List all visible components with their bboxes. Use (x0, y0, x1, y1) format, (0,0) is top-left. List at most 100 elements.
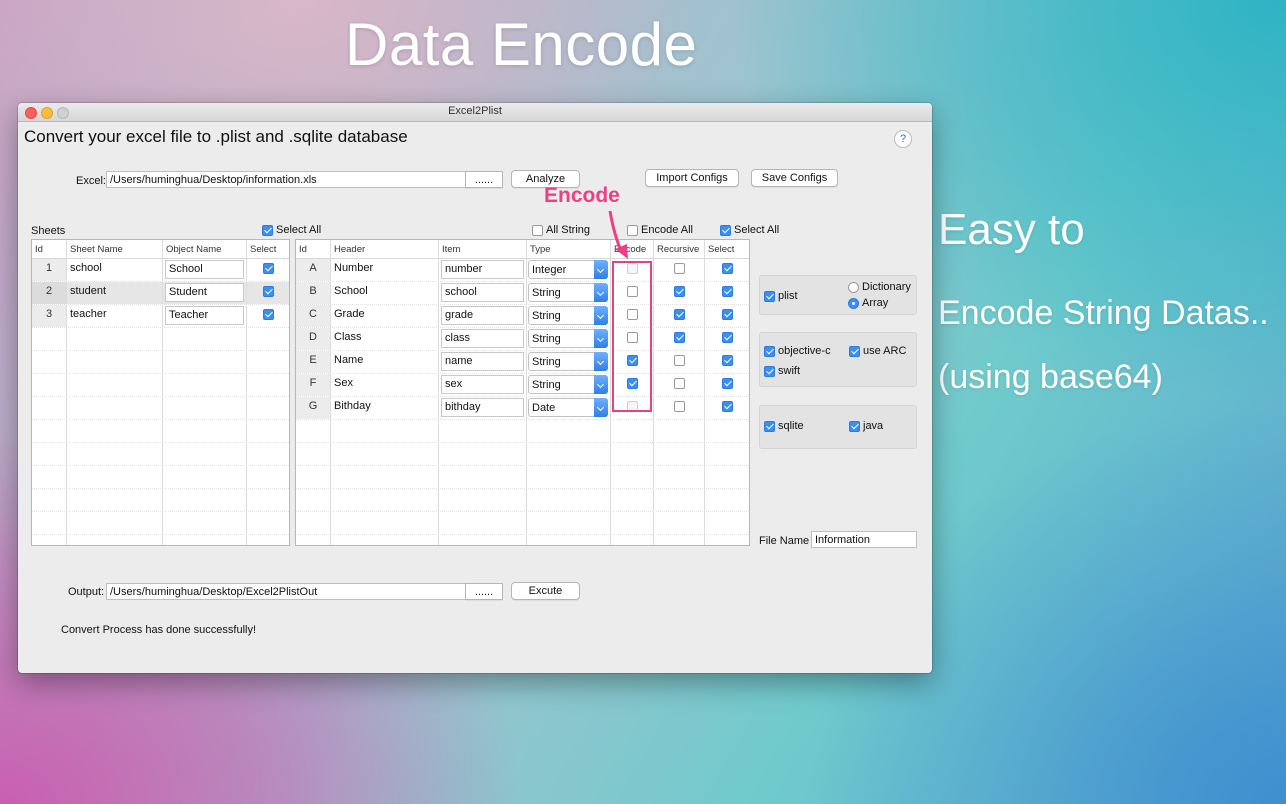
chevron-down-icon[interactable] (594, 352, 608, 371)
field-recursive-checkbox[interactable] (673, 331, 685, 343)
field-item-field[interactable]: school (441, 283, 524, 302)
use-arc-checkbox[interactable] (849, 345, 860, 357)
excel-browse-button[interactable]: ...... (465, 171, 503, 188)
field-type-select[interactable]: Integer (528, 260, 608, 279)
field-recursive-checkbox[interactable] (673, 262, 685, 274)
field-row[interactable]: D Class class String (296, 328, 749, 351)
sheet-row[interactable]: 2 student Student (32, 282, 289, 305)
objc-checkbox[interactable] (764, 345, 775, 357)
field-row[interactable]: C Grade grade String (296, 305, 749, 328)
sheets-col-object[interactable]: Object Name (163, 240, 247, 258)
dictionary-option[interactable]: Dictionary (848, 281, 911, 293)
empty-row (32, 512, 289, 535)
encode-all-toggle[interactable]: Encode All (627, 224, 693, 236)
sheets-select-all[interactable]: Select All (262, 224, 321, 236)
sheet-object-name-field[interactable]: School (165, 260, 244, 279)
field-recursive-checkbox[interactable] (673, 308, 685, 320)
field-id: B (296, 282, 331, 304)
fields-col-item[interactable]: Item (439, 240, 527, 258)
field-select-checkbox[interactable] (721, 377, 733, 389)
import-configs-button[interactable]: Import Configs (645, 169, 739, 187)
sheet-row[interactable]: 1 school School (32, 259, 289, 282)
field-type-select[interactable]: Date (528, 398, 608, 417)
sheets-col-select[interactable]: Select (247, 240, 289, 258)
sheets-select-all-checkbox[interactable] (262, 224, 273, 236)
field-row[interactable]: F Sex sex String (296, 374, 749, 397)
plist-checkbox[interactable] (764, 290, 775, 302)
file-name-field[interactable]: Information (811, 531, 917, 548)
field-item-field[interactable]: number (441, 260, 524, 279)
chevron-down-icon[interactable] (594, 283, 608, 302)
all-string-checkbox[interactable] (532, 224, 543, 236)
sheet-object-name-field[interactable]: Teacher (165, 306, 244, 325)
help-button[interactable]: ? (894, 130, 912, 148)
chevron-down-icon[interactable] (594, 329, 608, 348)
output-path-field[interactable]: /Users/huminghua/Desktop/Excel2PlistOut (106, 583, 466, 600)
empty-cell (296, 512, 331, 534)
sheets-col-name[interactable]: Sheet Name (67, 240, 163, 258)
dictionary-radio[interactable] (848, 281, 859, 293)
field-recursive-checkbox[interactable] (673, 285, 685, 297)
swift-checkbox[interactable] (764, 365, 775, 377)
field-select-checkbox[interactable] (721, 400, 733, 412)
fields-select-all[interactable]: Select All (720, 224, 779, 236)
output-browse-button[interactable]: ...... (465, 583, 503, 600)
field-item-field[interactable]: bithday (441, 398, 524, 417)
field-row[interactable]: G Bithday bithday Date (296, 397, 749, 420)
sqlite-option[interactable]: sqlite (764, 420, 804, 432)
sheet-row[interactable]: 3 teacher Teacher (32, 305, 289, 328)
java-option[interactable]: java (849, 420, 883, 432)
all-string-toggle[interactable]: All String (532, 224, 590, 236)
field-type-select[interactable]: String (528, 352, 608, 371)
sheet-object-name-field[interactable]: Student (165, 283, 244, 302)
objc-option[interactable]: objective-c (764, 345, 831, 357)
empty-cell (705, 512, 749, 534)
fields-col-id[interactable]: Id (296, 240, 331, 258)
field-recursive-checkbox[interactable] (673, 354, 685, 366)
chevron-down-icon[interactable] (594, 306, 608, 325)
chevron-down-icon[interactable] (594, 260, 608, 279)
java-checkbox[interactable] (849, 420, 860, 432)
field-recursive-checkbox[interactable] (673, 400, 685, 412)
sqlite-label: sqlite (778, 420, 804, 432)
sheets-table[interactable]: Id Sheet Name Object Name Select 1 schoo… (31, 239, 290, 546)
field-type-select[interactable]: String (528, 283, 608, 302)
field-item-field[interactable]: name (441, 352, 524, 371)
fields-table[interactable]: Id Header Item Type Encode Recursive Sel… (295, 239, 750, 546)
field-item-field[interactable]: sex (441, 375, 524, 394)
excel-path-field[interactable]: /Users/huminghua/Desktop/information.xls (106, 171, 466, 188)
sqlite-checkbox[interactable] (764, 420, 775, 432)
field-type-select[interactable]: String (528, 329, 608, 348)
sheets-col-id[interactable]: Id (32, 240, 67, 258)
sheet-select-checkbox[interactable] (262, 285, 274, 297)
execute-button[interactable]: Excute (511, 582, 580, 600)
field-select-checkbox[interactable] (721, 308, 733, 320)
field-select-checkbox[interactable] (721, 262, 733, 274)
plist-option[interactable]: plist (764, 290, 798, 302)
field-row[interactable]: A Number number Integer (296, 259, 749, 282)
field-select-checkbox[interactable] (721, 354, 733, 366)
field-type-select[interactable]: String (528, 306, 608, 325)
swift-option[interactable]: swift (764, 365, 800, 377)
field-row[interactable]: B School school String (296, 282, 749, 305)
chevron-down-icon[interactable] (594, 375, 608, 394)
fields-col-select[interactable]: Select (705, 240, 749, 258)
field-item-field[interactable]: class (441, 329, 524, 348)
fields-select-all-checkbox[interactable] (720, 224, 731, 236)
array-radio[interactable] (848, 297, 859, 309)
field-row[interactable]: E Name name String (296, 351, 749, 374)
field-select-checkbox[interactable] (721, 285, 733, 297)
fields-col-header[interactable]: Header (331, 240, 439, 258)
use-arc-option[interactable]: use ARC (849, 345, 906, 357)
chevron-down-icon[interactable] (594, 398, 608, 417)
field-item-field[interactable]: grade (441, 306, 524, 325)
field-recursive-checkbox[interactable] (673, 377, 685, 389)
fields-col-recursive[interactable]: Recursive (654, 240, 705, 258)
fields-col-type[interactable]: Type (527, 240, 611, 258)
field-select-checkbox[interactable] (721, 331, 733, 343)
array-option[interactable]: Array (848, 297, 888, 309)
save-configs-button[interactable]: Save Configs (751, 169, 838, 187)
sheet-select-checkbox[interactable] (262, 308, 274, 320)
sheet-select-checkbox[interactable] (262, 262, 274, 274)
field-type-select[interactable]: String (528, 375, 608, 394)
